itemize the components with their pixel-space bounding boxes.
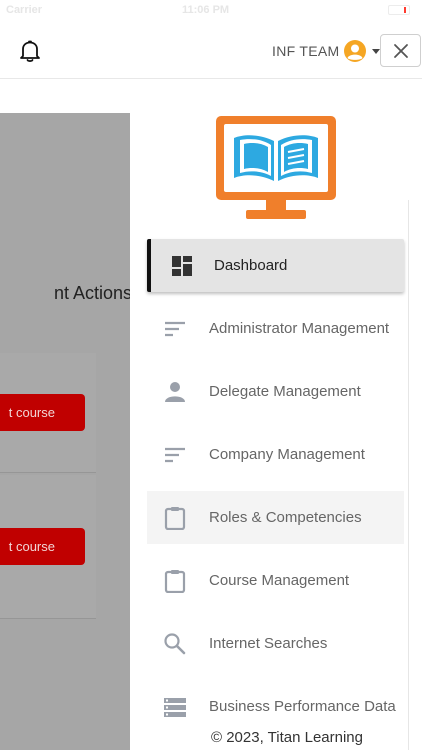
sidebar-item-delegate-management[interactable]: Delegate Management bbox=[147, 365, 404, 418]
clipboard-icon bbox=[163, 506, 187, 531]
sidebar-item-business-performance-data[interactable]: Business Performance Data bbox=[147, 680, 404, 733]
background-overlay[interactable]: nt Actions t course t course bbox=[0, 113, 130, 750]
background-course-button: t course bbox=[0, 394, 85, 431]
user-menu[interactable]: INF TEAM bbox=[272, 40, 381, 62]
sidebar-item-label: Administrator Management bbox=[209, 320, 390, 337]
sidebar-item-company-management[interactable]: Company Management bbox=[147, 428, 404, 481]
background-heading: nt Actions bbox=[53, 283, 130, 303]
sidebar-item-label: Roles & Competencies bbox=[209, 509, 362, 526]
user-name: INF TEAM bbox=[272, 43, 340, 59]
user-avatar-icon bbox=[344, 40, 367, 62]
search-icon bbox=[163, 632, 187, 656]
sort-lines-icon bbox=[163, 443, 187, 467]
sidebar-item-label: Course Management bbox=[209, 572, 350, 589]
sidebar-item-internet-searches[interactable]: Internet Searches bbox=[147, 617, 404, 670]
sort-lines-icon bbox=[163, 317, 187, 341]
background-course-button: t course bbox=[0, 528, 85, 565]
sidebar-item-administrator-management[interactable]: Administrator Management bbox=[147, 302, 404, 355]
sidebar-item-label: Dashboard bbox=[214, 257, 288, 274]
person-icon bbox=[163, 380, 187, 404]
sidebar-drawer: Dashboard Administrator Management Deleg… bbox=[130, 113, 422, 750]
battery-icon bbox=[388, 5, 410, 15]
sidebar-item-course-management[interactable]: Course Management bbox=[147, 554, 404, 607]
sidebar-divider bbox=[408, 200, 422, 750]
sidebar-item-label: Internet Searches bbox=[209, 635, 328, 652]
clock: 11:06 PM bbox=[182, 4, 230, 16]
app-logo bbox=[216, 116, 336, 220]
clipboard-icon bbox=[163, 569, 187, 594]
sidebar-item-label: Business Performance Data bbox=[209, 698, 396, 715]
dashboard-icon bbox=[170, 254, 194, 278]
status-bar: Carrier 11:06 PM bbox=[0, 0, 422, 22]
sidebar-item-label: Company Management bbox=[209, 446, 365, 463]
sidebar-item-dashboard[interactable]: Dashboard bbox=[147, 239, 404, 292]
carrier-label: Carrier bbox=[6, 4, 43, 16]
close-icon bbox=[394, 44, 408, 58]
footer-copyright: © 2023, Titan Learning bbox=[211, 729, 363, 746]
storage-icon bbox=[163, 695, 187, 719]
close-sidebar-button[interactable] bbox=[380, 34, 421, 67]
bell-icon[interactable] bbox=[17, 38, 43, 64]
top-header: INF TEAM bbox=[0, 22, 422, 79]
sidebar-item-roles-competencies[interactable]: Roles & Competencies bbox=[147, 491, 404, 544]
sidebar-item-label: Delegate Management bbox=[209, 383, 361, 400]
